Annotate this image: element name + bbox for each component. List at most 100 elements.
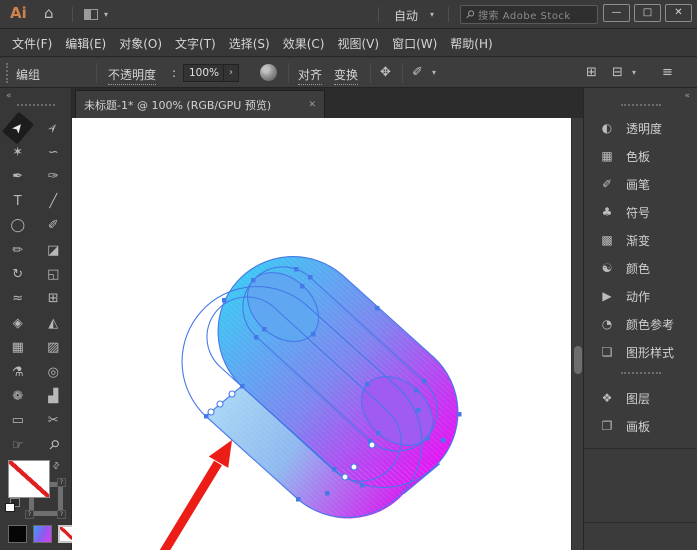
- column-graph-tool[interactable]: ▟: [36, 384, 72, 408]
- panel-item-graphic-styles[interactable]: ❏ 图形样式: [584, 338, 697, 366]
- hand-tool[interactable]: ☞: [0, 433, 36, 457]
- close-button[interactable]: ✕: [665, 4, 692, 22]
- divider: [402, 63, 403, 83]
- opacity-dropdown-icon[interactable]: ›: [223, 65, 238, 81]
- panel-item-artboards[interactable]: ❐ 画板: [584, 412, 697, 440]
- symbol-sprayer-tool[interactable]: ❁: [0, 384, 36, 408]
- panel-item-color-guide[interactable]: ◔ 颜色参考: [584, 310, 697, 338]
- rotate-icon: ↻: [5, 265, 31, 285]
- menu-help[interactable]: 帮助(H): [450, 35, 492, 52]
- tool-grid: ➤ ➢ ✶ ∽ ✒ ✑ T ╱ ◯ ✐ ✏ ◪ ↻ ◱ ≈ ⊞ ◈ ◭ ▦ ▨ …: [0, 116, 71, 457]
- curvature-tool[interactable]: ✑: [36, 165, 72, 189]
- gradient-mode-button[interactable]: [33, 525, 52, 543]
- shaper-options-icon[interactable]: ✐: [412, 65, 423, 80]
- default-swatches-icon[interactable]: [5, 503, 15, 512]
- type-tool[interactable]: T: [0, 189, 36, 213]
- panel-item-symbols[interactable]: ♣ 符号: [584, 198, 697, 226]
- gradient-tool[interactable]: ▨: [36, 336, 72, 360]
- menu-window[interactable]: 窗口(W): [392, 35, 437, 52]
- artboard-tool[interactable]: ▭: [0, 409, 36, 433]
- minimize-button[interactable]: —: [603, 4, 630, 22]
- collapse-panel-icon[interactable]: «: [6, 91, 11, 101]
- chevron-down-icon[interactable]: ▾: [632, 68, 636, 77]
- drag-handle[interactable]: [6, 63, 9, 83]
- opacity-value[interactable]: 100%: [184, 65, 223, 81]
- color-mode-button[interactable]: [8, 525, 27, 543]
- panel-item-color[interactable]: ☯ 颜色: [584, 254, 697, 282]
- artboards-icon: ❐: [598, 419, 616, 433]
- vertical-scrollbar[interactable]: [571, 118, 583, 550]
- menu-edit[interactable]: 编辑(E): [65, 35, 106, 52]
- search-input[interactable]: ⚲ 搜索 Adobe Stock: [460, 5, 598, 24]
- home-icon[interactable]: ⌂: [44, 4, 54, 22]
- mesh-tool[interactable]: ▦: [0, 336, 36, 360]
- workspace-layout-icon[interactable]: [84, 9, 98, 20]
- width-tool[interactable]: ≈: [0, 287, 36, 311]
- drag-handle[interactable]: [17, 104, 55, 106]
- pen-tool[interactable]: ✒: [0, 165, 36, 189]
- dock-group-divider[interactable]: [621, 372, 661, 374]
- align-link[interactable]: 对齐: [298, 66, 322, 85]
- opacity-field[interactable]: 100% ›: [183, 64, 239, 82]
- document-title: 未标题-1* @ 100% (RGB/GPU 预览): [84, 97, 304, 113]
- shape-builder-tool[interactable]: ◈: [0, 311, 36, 335]
- scale-icon: ◱: [40, 265, 66, 285]
- chevron-down-icon[interactable]: ▾: [430, 10, 434, 19]
- direct-selection-tool[interactable]: ➢: [36, 116, 72, 140]
- lasso-icon: ∽: [40, 143, 66, 163]
- swatch-corner-marker: ?: [57, 478, 66, 487]
- document-tab[interactable]: 未标题-1* @ 100% (RGB/GPU 预览) ✕: [75, 90, 325, 118]
- fill-swatch-none[interactable]: [8, 460, 50, 498]
- rotate-tool[interactable]: ↻: [0, 262, 36, 286]
- ellipse-tool[interactable]: ◯: [0, 214, 36, 238]
- transform-link[interactable]: 变换: [334, 66, 358, 85]
- eraser-icon: ◪: [40, 240, 66, 260]
- shaper-tool[interactable]: ✏: [0, 238, 36, 262]
- blend-tool[interactable]: ◎: [36, 360, 72, 384]
- eyedropper-tool[interactable]: ⚗: [0, 360, 36, 384]
- symbol-sprayer-icon: ❁: [5, 386, 31, 406]
- scrollbar-thumb[interactable]: [574, 346, 582, 374]
- panel-item-layers[interactable]: ❖ 图层: [584, 384, 697, 412]
- chevron-down-icon[interactable]: ▾: [104, 10, 108, 19]
- transform-again-icon[interactable]: ✥: [380, 65, 391, 80]
- maximize-button[interactable]: □: [634, 4, 661, 22]
- opacity-link[interactable]: 不透明度: [108, 66, 156, 85]
- line-segment-tool[interactable]: ╱: [36, 189, 72, 213]
- menu-object[interactable]: 对象(O): [119, 35, 162, 52]
- menu-select[interactable]: 选择(S): [229, 35, 270, 52]
- drag-handle[interactable]: [621, 104, 661, 106]
- perspective-grid-tool[interactable]: ◭: [36, 311, 72, 335]
- arrange-documents-icon[interactable]: ⊟: [612, 65, 623, 80]
- menu-file[interactable]: 文件(F): [12, 35, 52, 52]
- panel-item-label: 图层: [626, 390, 650, 407]
- menu-effect[interactable]: 效果(C): [283, 35, 325, 52]
- panel-item-brushes[interactable]: ✐ 画笔: [584, 170, 697, 198]
- paintbrush-tool[interactable]: ✐: [36, 214, 72, 238]
- menu-view[interactable]: 视图(V): [337, 35, 379, 52]
- eraser-tool[interactable]: ◪: [36, 238, 72, 262]
- free-transform-tool[interactable]: ⊞: [36, 287, 72, 311]
- app-logo[interactable]: Ai: [10, 4, 27, 22]
- expand-panel-icon[interactable]: «: [684, 91, 689, 101]
- panel-item-transparency[interactable]: ◐ 透明度: [584, 114, 697, 142]
- artboard-tool-icon: ▭: [5, 411, 31, 431]
- tools-panel: « ➤ ➢ ✶ ∽ ✒ ✑ T ╱ ◯ ✐ ✏ ◪ ↻ ◱ ≈ ⊞ ◈ ◭ ▦ …: [0, 88, 72, 550]
- panel-item-actions[interactable]: ▶ 动作: [584, 282, 697, 310]
- menu-type[interactable]: 文字(T): [175, 35, 216, 52]
- scale-tool[interactable]: ◱: [36, 262, 72, 286]
- panel-menu-icon[interactable]: ≡: [662, 65, 673, 80]
- canvas[interactable]: [72, 118, 571, 550]
- close-tab-icon[interactable]: ✕: [308, 100, 316, 110]
- panel-item-swatches[interactable]: ▦ 色板: [584, 142, 697, 170]
- panel-item-label: 图形样式: [626, 344, 674, 361]
- workspace-grid-icon[interactable]: ⊞: [586, 65, 597, 80]
- lasso-tool[interactable]: ∽: [36, 140, 72, 164]
- gpu-mode-dropdown[interactable]: 自动: [394, 7, 418, 24]
- chevron-down-icon[interactable]: ▾: [432, 68, 436, 77]
- title-bar: Ai ⌂ ▾ 自动 ▾ ⚲ 搜索 Adobe Stock — □ ✕: [0, 0, 697, 29]
- panel-item-gradient[interactable]: ▩ 渐变: [584, 226, 697, 254]
- selection-tool[interactable]: ➤: [0, 116, 36, 140]
- magic-wand-tool[interactable]: ✶: [0, 140, 36, 164]
- recolor-artwork-icon[interactable]: [260, 64, 277, 81]
